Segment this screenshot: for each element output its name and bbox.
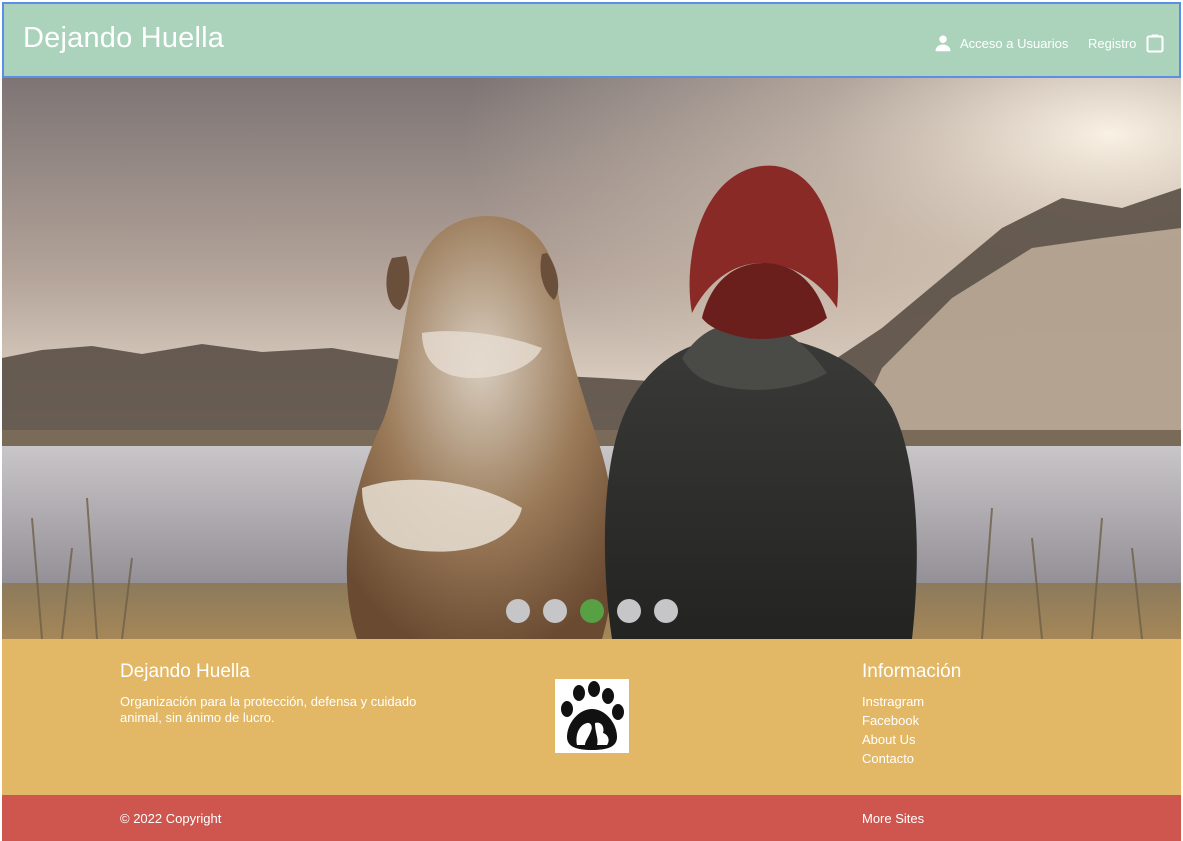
carousel-dot-1[interactable]	[505, 599, 530, 623]
navbar: Dejando Huella Acceso a Usuarios Registr…	[2, 2, 1181, 78]
carousel-dot-3-active[interactable]	[579, 599, 604, 623]
footer-info-title: Información	[862, 661, 962, 682]
brand-title[interactable]: Dejando Huella	[23, 22, 224, 55]
footer-link-contacto[interactable]: Contacto	[862, 751, 924, 770]
login-link-label: Acceso a Usuarios	[960, 35, 1069, 51]
register-link-label: Registro	[1088, 35, 1137, 51]
footer-about-description: Organización para la protección, defensa…	[120, 694, 417, 725]
copyright-text: © 2022 Copyright	[120, 811, 222, 826]
footer: Dejando Huella Organización para la prot…	[2, 639, 1181, 795]
carousel-dot-2[interactable]	[542, 599, 567, 623]
footer-about-title: Dejando Huella	[120, 661, 250, 682]
footer-link-facebook[interactable]: Facebook	[862, 713, 924, 732]
hero-image	[2, 78, 1181, 639]
carousel-dot-5[interactable]	[653, 599, 678, 623]
bottom-bar: © 2022 Copyright More Sites	[2, 795, 1181, 841]
footer-link-about-us[interactable]: About Us	[862, 732, 924, 751]
clipboard-icon	[1146, 34, 1164, 53]
footer-links: Instragram Facebook About Us Contacto	[862, 694, 924, 770]
login-link[interactable]: Acceso a Usuarios	[934, 32, 1068, 54]
carousel-indicators	[2, 599, 1181, 623]
user-icon	[934, 34, 952, 52]
paw-logo-icon	[555, 679, 629, 753]
hero-carousel[interactable]	[2, 78, 1181, 639]
footer-link-instagram[interactable]: Instragram	[862, 694, 924, 713]
carousel-dot-4[interactable]	[616, 599, 641, 623]
register-link[interactable]: Registro	[1088, 32, 1164, 54]
more-sites-link[interactable]: More Sites	[862, 811, 924, 826]
